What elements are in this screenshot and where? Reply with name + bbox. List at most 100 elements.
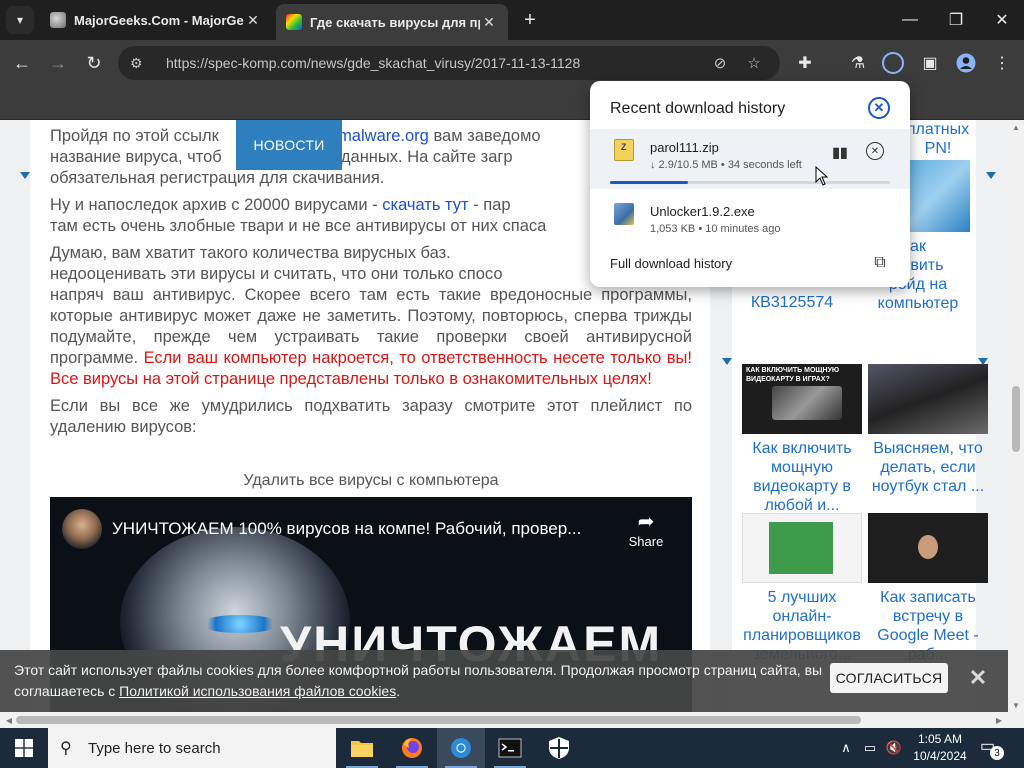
start-button[interactable] — [0, 728, 48, 768]
download-progress-fill — [610, 181, 689, 184]
downloads-progress-icon[interactable] — [882, 52, 904, 74]
show-hidden-icons-chevron-icon[interactable]: ∧ — [836, 738, 856, 758]
sidebar-thumbnail[interactable] — [742, 513, 862, 583]
download-archive-link[interactable]: скачать тут — [382, 196, 468, 214]
sidebar-card-link[interactable]: Как включить мощную видеокарту в любой и… — [740, 439, 864, 515]
vertical-scrollbar[interactable]: ▲ ▼ — [1008, 120, 1024, 712]
new-tab-button[interactable]: + — [518, 8, 542, 32]
side-panel-icon[interactable]: ▣ — [918, 51, 942, 75]
text: обязательная регистрация для скачивания. — [50, 169, 385, 187]
open-in-new-icon[interactable]: ⧉ — [870, 253, 890, 273]
tab-search-button[interactable]: ▾ — [6, 6, 34, 34]
horizontal-scrollbar[interactable]: ◀ ▶ — [0, 712, 1024, 728]
scroll-down-arrow[interactable]: ▼ — [1008, 698, 1024, 712]
text: . — [396, 683, 401, 699]
file-explorer-icon[interactable] — [338, 728, 386, 768]
video-caption: Удалить все вирусы с компьютера — [243, 472, 499, 489]
bookmark-star-icon[interactable]: ☆ — [744, 53, 764, 73]
full-download-history-link[interactable]: Full download history — [610, 256, 732, 271]
window-close-button[interactable]: ✕ — [982, 4, 1022, 36]
triangle-marker — [20, 172, 30, 179]
tracking-protection-icon[interactable]: ⊘ — [710, 53, 730, 73]
scrollbar-thumb[interactable] — [16, 716, 861, 724]
firefox-icon[interactable] — [388, 728, 436, 768]
url-text[interactable]: https://spec-komp.com/news/gde_skachat_v… — [166, 55, 580, 71]
forward-button[interactable]: → — [44, 49, 72, 77]
download-item-active[interactable]: Z parol111.zip ↓ 2.9/10.5 MB • 34 second… — [590, 129, 910, 189]
security-shield-icon[interactable] — [535, 728, 583, 768]
scrollbar-thumb[interactable] — [1012, 386, 1020, 452]
tab-spec-komp[interactable]: Где скачать вирусы для пров ✕ — [276, 4, 508, 40]
cookie-policy-link[interactable]: Политикой использования файлов cookies — [119, 683, 396, 699]
text: там есть очень злобные твари и не все ан… — [50, 217, 547, 235]
thumbnail-text: КАК ВКЛЮЧИТЬ МОЩНУЮ ВИДЕОКАРТУ В ИГРАХ? — [746, 367, 840, 383]
browser-toolbar: ← → ↻ ⚙ https://spec-komp.com/news/gde_s… — [0, 40, 1024, 86]
reload-button[interactable]: ↻ — [80, 49, 108, 77]
download-progress-bar — [610, 181, 890, 184]
close-icon[interactable]: ✕ — [480, 13, 498, 31]
warning-text: Если ваш компьютер накроется, то ответст… — [50, 349, 692, 388]
taskbar-clock[interactable]: 1:05 AM 10/4/2024 — [908, 731, 972, 765]
text: - пар — [468, 196, 511, 214]
notification-center-icon[interactable]: ▭ 3 — [980, 736, 1004, 760]
text: название вируса, чтоб — [50, 148, 222, 166]
notification-count-badge: 3 — [990, 746, 1004, 760]
volume-muted-icon[interactable]: 🔇 — [884, 738, 904, 758]
terminal-icon[interactable] — [486, 728, 534, 768]
extensions-icon[interactable]: ✚ — [793, 51, 817, 75]
windows-logo-icon — [15, 739, 33, 757]
pause-icon[interactable]: ▮▮ — [830, 142, 850, 162]
site-info-icon[interactable]: ⚙ — [130, 55, 152, 72]
network-icon[interactable]: ▭ — [860, 738, 880, 758]
sidebar-thumbnail[interactable]: КАК ВКЛЮЧИТЬ МОЩНУЮ ВИДЕОКАРТУ В ИГРАХ? — [742, 364, 862, 434]
scroll-right-arrow[interactable]: ▶ — [992, 712, 1006, 728]
minimize-button[interactable]: — — [890, 4, 930, 36]
browser-menu-icon[interactable]: ⋮ — [990, 51, 1014, 75]
close-icon[interactable]: ✕ — [244, 11, 262, 29]
taskbar-search-input[interactable]: ⚲ Type here to search — [48, 728, 336, 768]
cookie-consent-bar: Этот сайт использует файлы cookies для б… — [0, 650, 1008, 712]
tab-title: MajorGeeks.Com - MajorGeek — [74, 12, 244, 28]
profile-avatar-icon[interactable] — [954, 51, 978, 75]
scroll-up-arrow[interactable]: ▲ — [1008, 120, 1024, 134]
share-icon: ➦ — [637, 511, 655, 533]
sidebar-link[interactable]: КВ3125574 — [732, 293, 852, 312]
video-title[interactable]: УНИЧТОЖАЕМ 100% вирусов на компе! Рабочи… — [112, 519, 581, 539]
restore-button[interactable]: ❐ — [936, 4, 976, 36]
popup-close-icon[interactable]: ✕ — [868, 97, 890, 119]
download-history-popup: Recent download history ✕ Z parol111.zip… — [590, 81, 910, 287]
meeting-participant — [918, 535, 938, 559]
cookie-close-icon[interactable]: ✕ — [966, 665, 990, 690]
sidebar-link[interactable]: платных PN! — [900, 120, 976, 158]
cancel-download-icon[interactable]: ✕ — [866, 142, 884, 160]
text: недооценивать эти вирусы и считать, что … — [50, 265, 503, 283]
clock-time: 1:05 AM — [917, 732, 963, 746]
text: PN! — [924, 140, 952, 157]
sidebar-thumbnail[interactable] — [868, 513, 988, 583]
text: вам заведомо — [428, 127, 541, 145]
sidebar-thumbnail[interactable] — [868, 364, 988, 434]
chrome-icon[interactable] — [437, 728, 485, 768]
tab-strip: ▾ MajorGeeks.Com - MajorGeek ✕ Где скача… — [0, 0, 1024, 40]
profile-icon — [956, 53, 976, 73]
address-bar[interactable]: ⚙ https://spec-komp.com/news/gde_skachat… — [118, 46, 780, 80]
search-icon: ⚲ — [60, 740, 72, 757]
labs-flask-icon[interactable]: ⚗ — [846, 51, 870, 75]
share-button[interactable]: ➦ Share — [624, 509, 668, 549]
cookie-accept-button[interactable]: СОГЛАСИТЬСЯ — [830, 663, 948, 693]
tab-title: Где скачать вирусы для пров — [310, 14, 480, 30]
gpu-image — [772, 386, 842, 420]
sidebar-card-link[interactable]: Выясняем, что делать, если ноутбук стал … — [866, 439, 990, 496]
triangle-marker — [722, 358, 732, 365]
article-link[interactable]: nmalware.org — [329, 127, 429, 145]
download-status: ↓ 2.9/10.5 MB • 34 seconds left — [650, 159, 802, 171]
download-item-completed[interactable]: Unlocker1.9.2.exe 1,053 KB • 10 minutes … — [590, 193, 910, 243]
triangle-marker — [986, 172, 996, 179]
scroll-left-arrow[interactable]: ◀ — [2, 712, 16, 728]
channel-avatar[interactable] — [62, 509, 102, 549]
majorgeeks-favicon-icon — [50, 12, 66, 28]
clock-date: 10/4/2024 — [913, 749, 967, 763]
tab-majorgeeks[interactable]: MajorGeeks.Com - MajorGeek ✕ — [40, 4, 272, 36]
news-menu-button[interactable]: НОВОСТИ — [236, 120, 342, 170]
back-button[interactable]: ← — [8, 49, 36, 77]
